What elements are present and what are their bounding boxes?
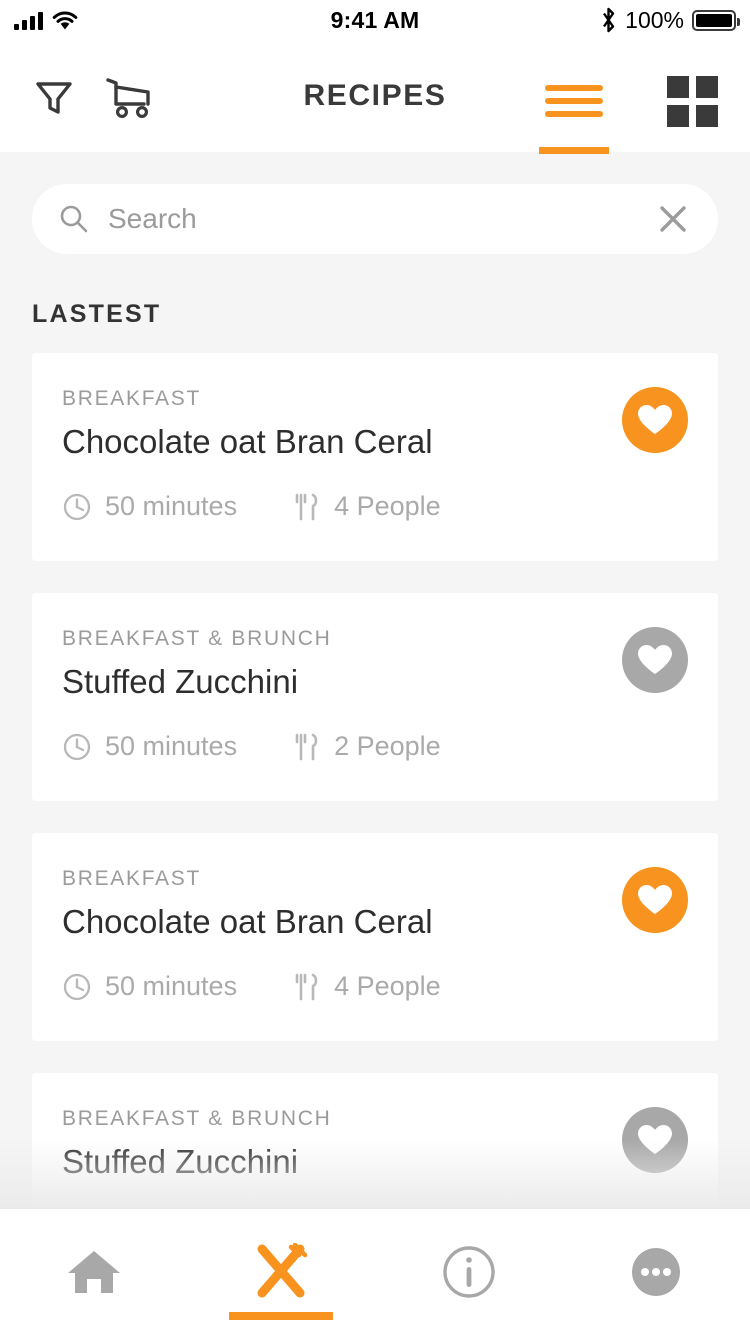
grid-view-button[interactable] [663,66,722,127]
recipe-category: BREAKFAST [62,387,202,410]
more-icon [632,1247,681,1296]
active-tab-indicator [539,147,609,154]
recipe-card[interactable]: BREAKFAST & BRUNCH Stuffed Zucchini 50 m… [32,593,718,801]
heart-icon [638,405,672,434]
recipes-cutlery-icon [257,1242,308,1297]
recipe-card[interactable]: BREAKFAST Chocolate oat Bran Ceral 50 mi… [32,833,718,1041]
bottom-navigation [0,1209,750,1334]
recipe-time-label: 50 minutes [105,491,238,521]
recipe-title: Stuffed Zucchini [62,663,299,700]
content-area: Search LASTEST BREAKFAST Chocolate oat B… [0,152,750,1209]
favorite-button[interactable] [622,1107,688,1173]
search-input[interactable]: Search [108,203,654,235]
favorite-button[interactable] [622,627,688,693]
filter-funnel-icon[interactable] [28,70,80,122]
nav-item-info[interactable] [375,1209,563,1334]
cutlery-icon [295,493,318,520]
heart-icon [638,885,672,914]
home-icon [67,1250,120,1293]
grid-view-icon [667,75,718,127]
recipe-servings: 2 People [293,731,441,762]
search-icon [60,205,88,233]
recipe-servings: 4 People [293,971,441,1002]
recipe-card[interactable]: BREAKFAST & BRUNCH Stuffed Zucchini [32,1073,718,1209]
recipe-time-label: 50 minutes [105,731,238,761]
recipe-list: BREAKFAST Chocolate oat Bran Ceral 50 mi… [0,353,750,1209]
search-bar[interactable]: Search [32,184,718,254]
app-header: RECIPES [0,40,750,154]
heart-icon [638,645,672,674]
header-left-actions [28,70,158,122]
header-view-toggles [539,66,722,154]
recipe-servings-label: 4 People [334,491,441,521]
recipe-category: BREAKFAST & BRUNCH [62,627,332,650]
recipe-time-label: 50 minutes [105,971,238,1001]
status-bar: 9:41 AM 100% [0,0,750,40]
recipe-meta: 50 minutes 4 People [62,491,688,522]
info-icon [443,1245,495,1298]
cutlery-icon [295,973,318,1000]
battery-full-icon [692,9,740,31]
section-title: LASTEST [32,300,162,328]
recipe-card[interactable]: BREAKFAST Chocolate oat Bran Ceral 50 mi… [32,353,718,561]
recipe-category: BREAKFAST [62,867,202,890]
recipe-category: BREAKFAST & BRUNCH [62,1107,332,1130]
recipe-meta: 50 minutes 4 People [62,971,688,1002]
shopping-cart-icon[interactable] [102,70,158,122]
nav-item-more[interactable] [563,1209,750,1334]
recipe-servings-label: 4 People [334,971,441,1001]
recipe-title: Stuffed Zucchini [62,1143,299,1180]
recipe-time: 50 minutes [62,971,237,1002]
recipe-servings-label: 2 People [334,731,441,761]
clock-icon [63,973,91,1000]
recipe-servings: 4 People [293,491,441,522]
recipe-meta: 50 minutes 2 People [62,731,688,762]
nav-item-home[interactable] [0,1209,188,1334]
recipe-time: 50 minutes [62,491,237,522]
nav-item-recipes[interactable] [188,1209,376,1334]
app-screen: 9:41 AM 100% RECIPES Search LASTEST BREA… [0,0,750,1334]
list-view-icon [545,85,603,117]
status-bar-time: 9:41 AM [330,6,420,33]
active-nav-indicator [229,1312,334,1320]
recipe-time: 50 minutes [62,731,237,762]
favorite-button[interactable] [622,867,688,933]
clock-icon [63,493,91,520]
cutlery-icon [295,733,318,760]
close-icon[interactable] [654,200,692,238]
clock-icon [63,733,91,760]
recipe-title: Chocolate oat Bran Ceral [62,903,433,940]
recipe-title: Chocolate oat Bran Ceral [62,423,433,460]
heart-icon [638,1125,672,1154]
list-view-button[interactable] [539,75,609,154]
favorite-button[interactable] [622,387,688,453]
